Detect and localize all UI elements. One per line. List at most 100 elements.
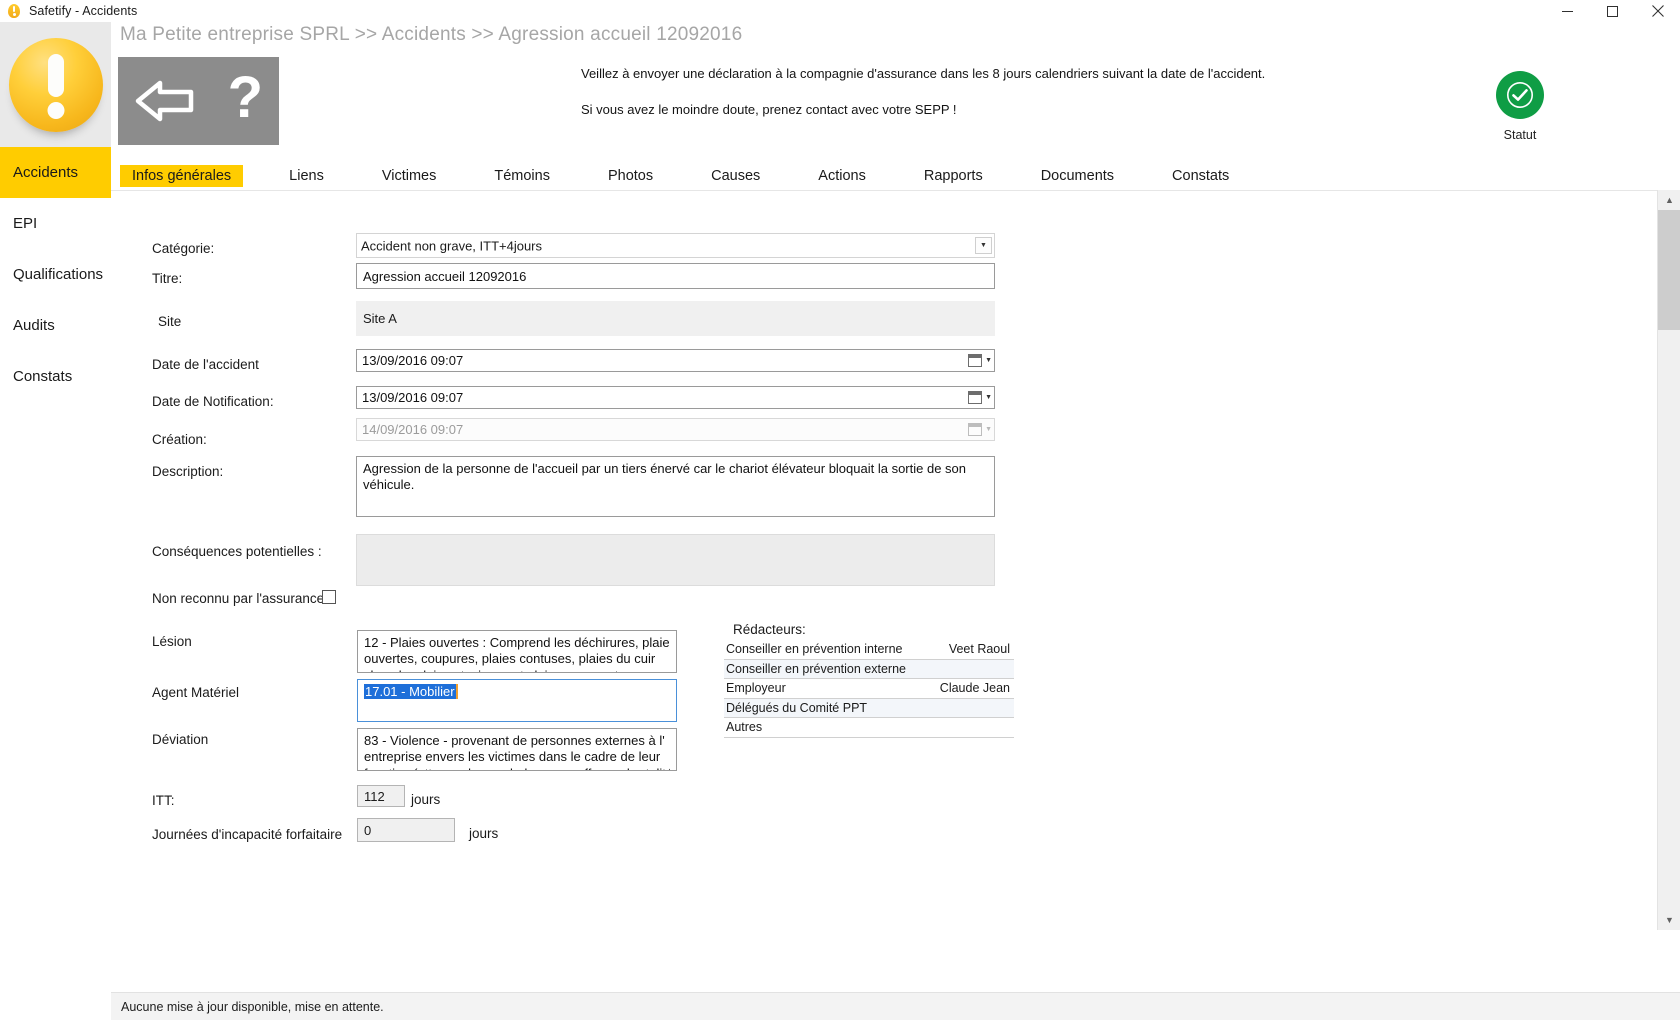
tab-documents[interactable]: Documents (1029, 165, 1126, 187)
redacteur-name: Claude Jean (939, 681, 1010, 696)
tab-causes[interactable]: Causes (699, 165, 772, 187)
lesion-line-3: chevelu, plaies atypiques et plaies avec… (364, 668, 670, 673)
status-indicator: Statut (1481, 71, 1559, 142)
sidebar-item-label: Qualifications (13, 266, 104, 283)
itt-value: 112 (364, 788, 385, 804)
sidebar-item-label: Constats (13, 368, 73, 385)
exclamation-circle-icon (8, 37, 103, 132)
date-accident-value: 13/09/2016 09:07 (362, 353, 464, 368)
deviation-textarea[interactable]: 83 - Violence - provenant de personnes e… (357, 728, 677, 771)
date-accident-input[interactable]: 13/09/2016 09:07 ▼ (356, 349, 995, 372)
table-row[interactable]: Autres (724, 718, 1014, 738)
tab-label: Rapports (923, 168, 983, 184)
back-button[interactable] (134, 77, 196, 125)
tab-label: Documents (1040, 168, 1115, 184)
redacteur-role: Employeur (726, 681, 786, 696)
table-row[interactable]: Conseiller en prévention interne Veet Ra… (724, 640, 1014, 660)
redacteur-role: Délégués du Comité PPT (726, 700, 868, 715)
notice-line-1: Veillez à envoyer une déclaration à la c… (581, 66, 1266, 81)
chevron-down-icon[interactable]: ▼ (985, 394, 992, 401)
table-row[interactable]: Employeur Claude Jean (724, 679, 1014, 699)
tab-rapports[interactable]: Rapports (912, 165, 995, 187)
tab-constats[interactable]: Constats (1160, 165, 1241, 187)
sidebar-item-accidents[interactable]: Accidents (0, 147, 111, 198)
tab-label: Constats (1172, 168, 1230, 184)
status-label: Statut (1503, 128, 1537, 142)
close-button[interactable] (1635, 0, 1680, 22)
date-notification-label: Date de Notification: (152, 394, 274, 409)
notice-block: Veillez à envoyer une déclaration à la c… (581, 66, 1341, 138)
calendar-icon[interactable] (968, 391, 983, 404)
date-notification-value: 13/09/2016 09:07 (362, 390, 464, 405)
window-titlebar: Safetify - Accidents (0, 0, 1680, 22)
tab-label: Témoins (494, 168, 550, 184)
itt-label: ITT: (152, 793, 175, 808)
question-mark-icon: ? (227, 65, 264, 130)
maximize-button[interactable] (1590, 0, 1635, 22)
redacteurs-table: Conseiller en prévention interne Veet Ra… (724, 640, 1014, 738)
site-value-box: Site A (356, 301, 995, 336)
sidebar-item-qualifications[interactable]: Qualifications (0, 249, 111, 300)
calendar-icon[interactable] (968, 354, 983, 367)
status-bar: Aucune mise à jour disponible, mise en a… (111, 992, 1680, 1020)
itt-unit: jours (411, 792, 441, 807)
chevron-down-icon: ▼ (985, 426, 992, 433)
sidebar-item-label: Accidents (13, 164, 79, 181)
check-circle-icon (1496, 71, 1544, 119)
deviation-line-1: 83 - Violence - provenant de personnes e… (364, 733, 665, 748)
minimize-button[interactable] (1545, 0, 1590, 22)
vertical-scrollbar[interactable]: ▲ ▼ (1657, 190, 1680, 930)
sidebar-item-constats[interactable]: Constats (0, 351, 111, 402)
scrollbar-thumb[interactable] (1658, 210, 1680, 330)
tab-liens[interactable]: Liens (277, 165, 336, 187)
app-logo (0, 22, 111, 147)
lesion-line-2: ouvertes, coupures, plaies contuses, pla… (364, 651, 656, 667)
scroll-up-button[interactable]: ▲ (1658, 190, 1680, 210)
help-button[interactable]: ? (228, 69, 263, 127)
description-textarea[interactable]: Agression de la personne de l'accueil pa… (356, 456, 995, 517)
agent-materiel-value: 17.01 - Mobilier (364, 684, 458, 699)
window-controls (1545, 0, 1680, 22)
lesion-textarea[interactable]: 12 - Plaies ouvertes : Comprend les déch… (357, 630, 677, 673)
date-accident-label: Date de l'accident (152, 357, 259, 372)
tab-bar: Infos générales Liens Victimes Témoins P… (120, 163, 1275, 189)
table-row[interactable]: Conseiller en prévention externe (724, 659, 1014, 679)
tab-label: Victimes (381, 168, 437, 184)
site-label: Site (158, 314, 182, 329)
tab-photos[interactable]: Photos (596, 165, 665, 187)
deviation-line-2: entreprise envers les victimes dans le c… (364, 749, 661, 765)
lesion-line-1: 12 - Plaies ouvertes : Comprend les déch… (364, 635, 670, 650)
description-value: Agression de la personne de l'accueil pa… (363, 461, 967, 493)
notice-line-2: Si vous avez le moindre doute, prenez co… (581, 102, 957, 117)
breadcrumb: Ma Petite entreprise SPRL >> Accidents >… (120, 24, 743, 45)
titre-input[interactable]: Agression accueil 12092016 (356, 263, 995, 289)
form-panel: Catégorie: Accident non grave, ITT+4jour… (111, 190, 1657, 930)
redacteurs-title: Rédacteurs: (733, 622, 806, 637)
tab-temoins[interactable]: Témoins (482, 165, 562, 187)
sidebar-item-epi[interactable]: EPI (0, 198, 111, 249)
scroll-down-button[interactable]: ▼ (1658, 910, 1680, 930)
itt-input[interactable]: 112 (357, 785, 405, 807)
forfaitaire-input[interactable]: 0 (357, 818, 455, 842)
tab-infos-generales[interactable]: Infos générales (120, 165, 244, 187)
forfaitaire-value: 0 (364, 822, 372, 838)
header-nav-buttons: ? (118, 57, 279, 145)
site-value: Site A (363, 311, 397, 326)
sidebar-item-label: Audits (13, 317, 55, 334)
sidebar-item-audits[interactable]: Audits (0, 300, 111, 351)
consequences-textarea[interactable] (356, 534, 995, 586)
redacteur-role: Conseiller en prévention interne (726, 642, 903, 657)
non-reconnu-checkbox[interactable] (322, 590, 336, 604)
chevron-down-icon[interactable]: ▼ (975, 237, 992, 254)
categorie-select[interactable]: Accident non grave, ITT+4jours ▼ (356, 233, 995, 258)
agent-materiel-textarea[interactable]: 17.01 - Mobilier (357, 679, 677, 722)
table-row[interactable]: Délégués du Comité PPT (724, 698, 1014, 718)
tab-victimes[interactable]: Victimes (370, 165, 449, 187)
redacteur-role: Autres (726, 720, 763, 735)
agent-materiel-label: Agent Matériel (152, 685, 240, 700)
date-notification-input[interactable]: 13/09/2016 09:07 ▼ (356, 386, 995, 409)
chevron-down-icon[interactable]: ▼ (985, 357, 992, 364)
tab-actions[interactable]: Actions (806, 165, 878, 187)
creation-input: 14/09/2016 09:07 ▼ (356, 418, 995, 441)
window-title: Safetify - Accidents (29, 4, 138, 18)
